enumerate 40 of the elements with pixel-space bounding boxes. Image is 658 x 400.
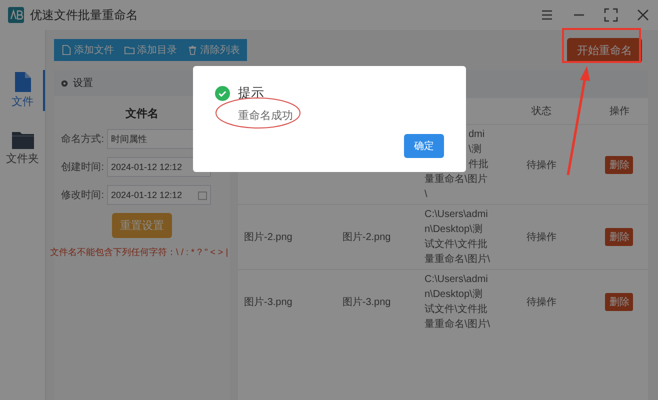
gear-icon [60,78,69,88]
section-title: 文件名 [126,106,158,121]
column-header: 状态 [492,98,591,124]
table-cell: 待操作 [492,204,591,270]
close-icon[interactable] [636,8,650,22]
delete-button[interactable]: 删除 [605,228,634,246]
file-icon [14,72,30,92]
table-cell: 待操作 [492,270,591,334]
column-header: 操作 [590,98,648,124]
folder-icon [12,131,34,149]
menu-icon[interactable] [540,8,554,22]
date-field[interactable]: 2024-01-12 12:12 [107,185,211,205]
delete-button[interactable]: 删除 [605,156,634,174]
field-label: 创建时间: [60,160,104,174]
table-cell: C:\Users\admin\Desktop\测试文件\文件批量重命名\图片\ [422,204,492,270]
calendar-icon [198,190,207,200]
file-icon [61,44,72,56]
field-label: 修改时间: [60,188,104,202]
table-cell: 图片-3.png [238,270,336,334]
field-label: 命名方式: [60,132,104,146]
table-cell: 待操作 [492,124,591,204]
fullscreen-icon[interactable] [604,8,618,22]
start-rename-button[interactable]: 开始重命名 [567,38,642,62]
check-icon [215,86,230,100]
table-cell: 图片-2.png [238,204,336,270]
folder-icon [124,44,135,56]
reset-button[interactable]: 重置设置 [112,213,172,238]
dialog-message: 重命名成功 [238,109,293,123]
table-cell: 图片-3.png [336,270,422,334]
trash-icon [187,44,198,56]
ok-button[interactable]: 确定 [404,134,444,158]
panel-title: 设置 [73,76,93,90]
sidebar-item[interactable]: 文件夹 [0,129,45,168]
sidebar-item[interactable]: 文件 [0,70,45,111]
table-cell: C:\Users\admin\Desktop\测试文件\文件批量重命名\图片\ [422,270,492,334]
window-title: 优速文件批量重命名 [30,6,139,24]
delete-button[interactable]: 删除 [605,293,634,311]
table-cell: 图片-2.png [336,204,422,270]
app-logo-icon [8,7,24,23]
warning-text: 文件名不能包含下列任何字符：\ / : * ? " < > | [50,246,228,259]
